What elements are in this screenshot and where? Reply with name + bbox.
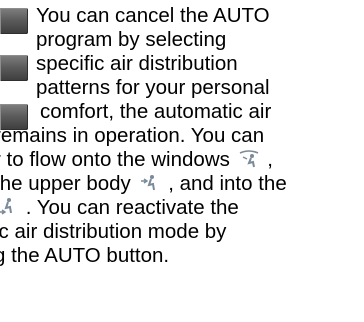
paragraph-line-3: specific air distribution [36,52,238,75]
air-distribution-button-top[interactable] [0,8,28,34]
paragraph-line-6: remains in operation. You can [0,124,265,147]
line8-text-b: , and into the [168,172,287,195]
paragraph-line-4: patterns for your personal [36,76,270,99]
paragraph-line-10: ic air distribution mode by [0,220,227,243]
paragraph-line-8: the upper body , and into the [0,172,287,196]
line7-text: r to flow onto the windows [0,148,230,171]
line8-text-a: the upper body [0,172,131,195]
paragraph-line-11: g the AUTO button. [0,244,170,267]
air-distribution-button-middle[interactable] [0,55,28,81]
line9-text: . You can reactivate the [25,196,239,219]
windshield-airflow-icon [238,148,260,168]
footwell-airflow-icon [0,196,18,216]
paragraph-line-1: You can cancel the AUTO [36,4,270,27]
upper-body-airflow-icon [138,172,160,192]
paragraph-line-7: r to flow onto the windows , [0,148,273,172]
paragraph-line-2: program by selecting [36,28,227,51]
paragraph-line-5: comfort, the automatic air [40,100,272,123]
paragraph-line-9: . You can reactivate the [0,196,239,220]
